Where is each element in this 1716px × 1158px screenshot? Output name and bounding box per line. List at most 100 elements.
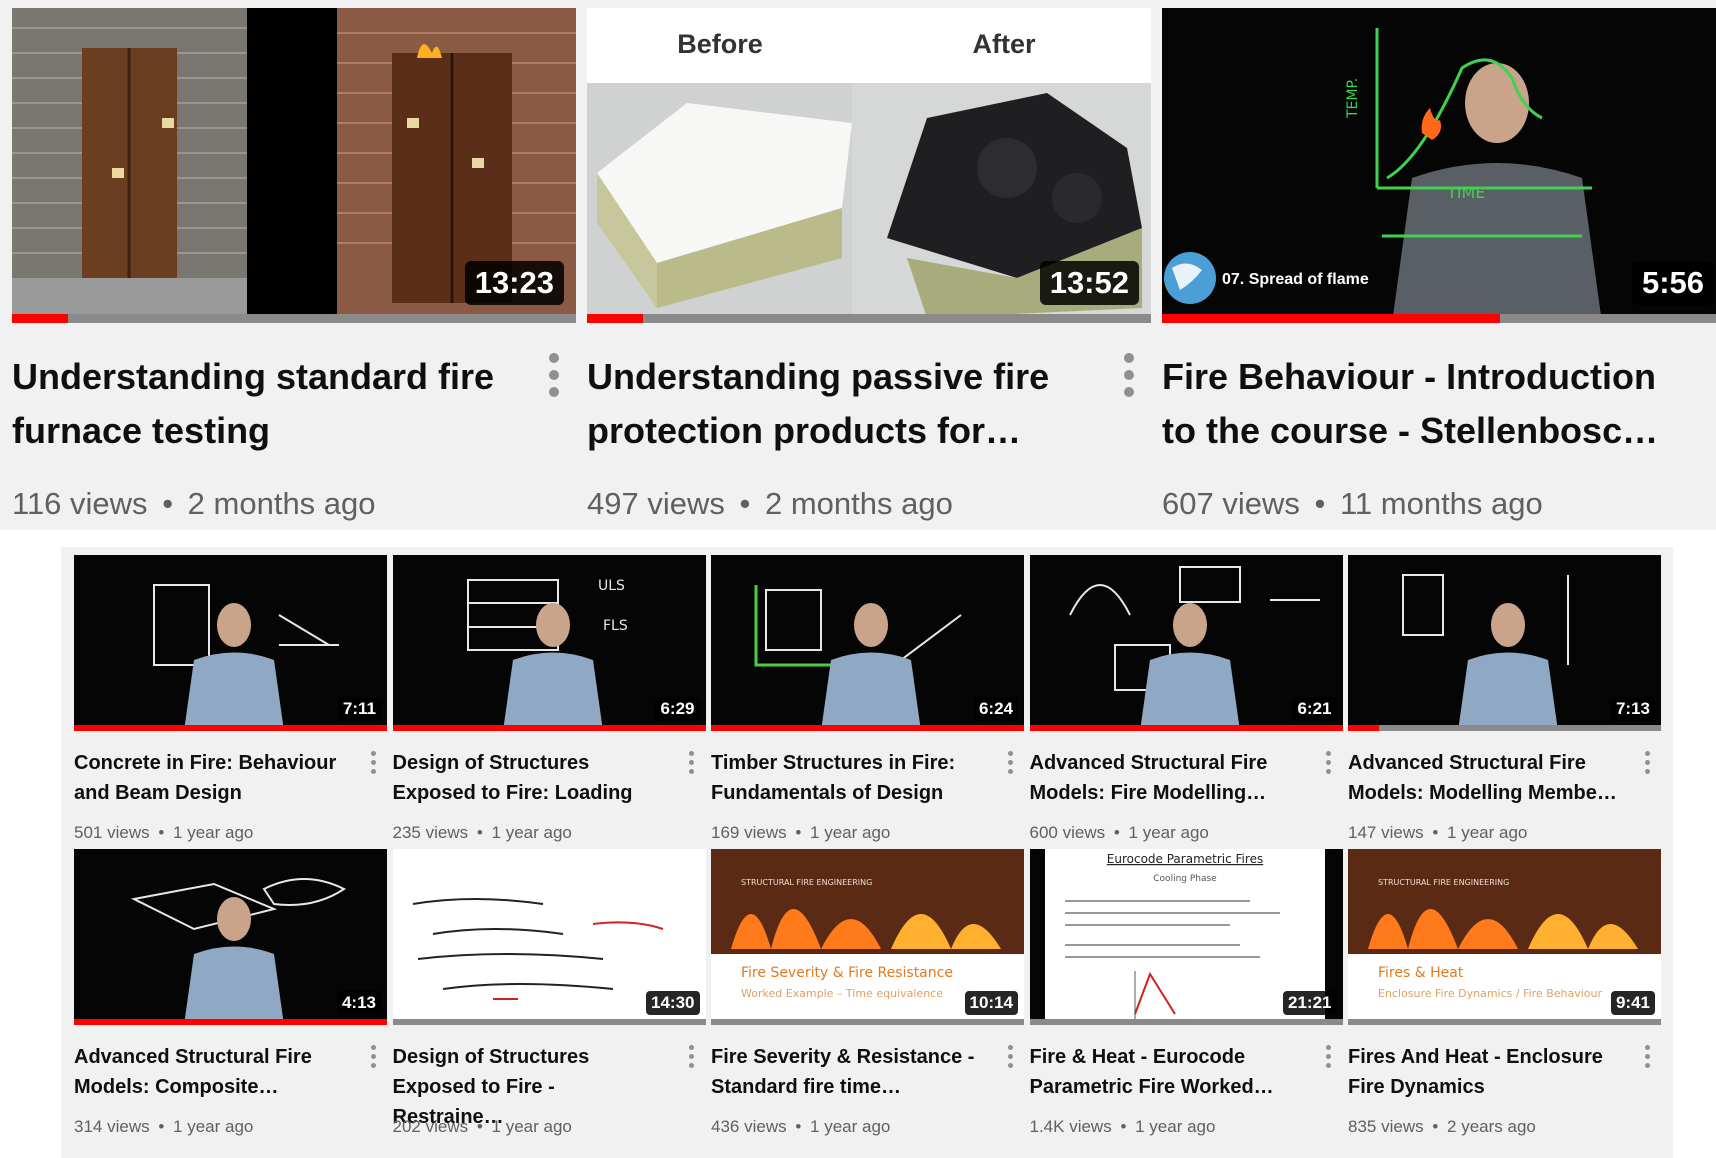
more-actions-icon[interactable]: [368, 1045, 378, 1068]
video-title[interactable]: Fire Behaviour - Introduction to the cou…: [1162, 350, 1662, 458]
video-title[interactable]: Advanced Structural Fire Models: Composi…: [74, 1042, 344, 1102]
duration-badge: 6:24: [973, 697, 1018, 721]
thumb-title: Fire Severity & Fire Resistance: [741, 965, 953, 981]
view-count: 607 views: [1162, 486, 1300, 521]
video-card[interactable]: Fire Severity & Fire Resistance Worked Ex…: [711, 849, 1024, 1136]
more-actions-icon[interactable]: [368, 751, 378, 774]
thumb-subtitle: Enclosure Fire Dynamics / Fire Behaviour: [1378, 987, 1602, 1000]
upload-age: 1 year ago: [173, 1117, 254, 1136]
video-title[interactable]: Advanced Structural Fire Models: Fire Mo…: [1030, 748, 1300, 808]
video-card[interactable]: Eurocode Parametric Fires Cooling Phase 2…: [1029, 849, 1343, 1136]
video-title[interactable]: Understanding standard fire furnace test…: [12, 350, 512, 458]
more-actions-icon[interactable]: [687, 1045, 697, 1068]
video-thumbnail[interactable]: Before After 13:52: [587, 8, 1151, 323]
video-title[interactable]: Design of Structures Exposed to Fire: Lo…: [393, 748, 663, 808]
duration-badge: 10:14: [964, 991, 1018, 1015]
watch-progress-fill: [74, 1019, 387, 1025]
video-thumbnail[interactable]: TEMP. TIME 07. Spread of flame 5:56: [1162, 8, 1716, 323]
video-meta: 235 views • 1 year ago: [393, 823, 572, 843]
view-count: 314 views: [74, 1117, 150, 1136]
meta-separator: •: [795, 1117, 802, 1136]
video-card[interactable]: 7:13 Advanced Structural Fire Models: Mo…: [1348, 555, 1661, 842]
view-count: 497 views: [587, 486, 725, 521]
video-thumbnail[interactable]: Eurocode Parametric Fires Cooling Phase 2…: [1029, 849, 1343, 1025]
video-title[interactable]: Concrete in Fire: Behaviour and Beam Des…: [74, 748, 344, 808]
watch-progress-bar: [711, 725, 1024, 731]
thumb-subtitle: Worked Example – Time equivalence: [741, 987, 943, 1000]
meta-separator: •: [1432, 1117, 1439, 1136]
video-thumbnail[interactable]: ULS FLS 6:29: [392, 555, 706, 731]
more-actions-icon[interactable]: [1324, 1045, 1334, 1068]
video-thumbnail[interactable]: 6:24: [711, 555, 1024, 731]
more-actions-icon[interactable]: [687, 751, 697, 774]
thumb-header: STRUCTURAL FIRE ENGINEERING: [741, 878, 872, 887]
video-card[interactable]: TEMP. TIME 07. Spread of flame 5:56 Fire…: [1162, 8, 1716, 521]
video-card[interactable]: Before After 13:52 Understanding passive…: [587, 8, 1151, 521]
video-card[interactable]: ULS FLS 6:29 Design of Structures Exposed…: [392, 555, 706, 842]
more-actions-icon[interactable]: [1005, 751, 1015, 774]
watch-progress-fill: [12, 314, 69, 323]
video-title[interactable]: Fire & Heat - Eurocode Parametric Fire W…: [1030, 1042, 1300, 1102]
upload-age: 2 months ago: [764, 486, 953, 521]
svg-text:FLS: FLS: [603, 618, 628, 634]
meta-separator: •: [1113, 823, 1120, 842]
thumb-title: Eurocode Parametric Fires: [1106, 852, 1262, 866]
upload-age: 1 year ago: [491, 1117, 572, 1136]
video-thumbnail[interactable]: 6:21: [1029, 555, 1343, 731]
video-thumbnail[interactable]: Fires & Heat Enclosure Fire Dynamics / Fi…: [1348, 849, 1661, 1025]
video-thumbnail[interactable]: 7:11: [74, 555, 387, 731]
video-thumbnail[interactable]: Fire Severity & Fire Resistance Worked Ex…: [711, 849, 1024, 1025]
video-title[interactable]: Advanced Structural Fire Models: Modelli…: [1348, 748, 1618, 808]
meta-separator: •: [1314, 486, 1326, 521]
svg-text:TEMP.: TEMP.: [1345, 78, 1361, 119]
duration-badge: 5:56: [1631, 261, 1714, 305]
more-actions-icon[interactable]: [1642, 751, 1652, 774]
watch-progress-bar: [1029, 1019, 1343, 1025]
upload-age: 2 months ago: [187, 486, 376, 521]
meta-separator: •: [476, 1117, 483, 1136]
meta-separator: •: [795, 823, 802, 842]
video-card[interactable]: 4:13 Advanced Structural Fire Models: Co…: [74, 849, 387, 1136]
upload-age: 1 year ago: [173, 823, 254, 842]
video-meta: 169 views • 1 year ago: [711, 823, 890, 843]
view-count: 501 views: [74, 823, 150, 842]
meta-separator: •: [162, 486, 174, 521]
watch-progress-fill: [74, 725, 387, 731]
watch-progress-fill: [1348, 725, 1380, 731]
video-title[interactable]: Timber Structures in Fire: Fundamentals …: [711, 748, 981, 808]
video-card[interactable]: 13:23 Understanding standard fire furnac…: [12, 8, 576, 521]
video-title[interactable]: Fires And Heat - Enclosure Fire Dynamics: [1348, 1042, 1618, 1102]
video-card[interactable]: 7:11 Concrete in Fire: Behaviour and Bea…: [74, 555, 387, 842]
video-card[interactable]: 14:30 Design of Structures Exposed to Fi…: [392, 849, 706, 1136]
video-thumbnail[interactable]: 4:13: [74, 849, 387, 1025]
more-actions-icon[interactable]: [544, 353, 564, 397]
video-card[interactable]: 6:21 Advanced Structural Fire Models: Fi…: [1029, 555, 1343, 842]
video-thumbnail[interactable]: 13:23: [12, 8, 576, 323]
duration-badge: 13:23: [464, 261, 564, 305]
svg-text:ULS: ULS: [598, 578, 625, 594]
video-meta: 835 views • 2 years ago: [1348, 1117, 1536, 1137]
view-count: 436 views: [711, 1117, 787, 1136]
duration-badge: 14:30: [646, 991, 700, 1015]
meta-separator: •: [158, 1117, 165, 1136]
video-title[interactable]: Fire Severity & Resistance - Standard fi…: [711, 1042, 981, 1102]
more-actions-icon[interactable]: [1005, 1045, 1015, 1068]
duration-badge: 21:21: [1283, 991, 1337, 1015]
duration-badge: 6:21: [1292, 697, 1337, 721]
video-card[interactable]: 6:24 Timber Structures in Fire: Fundamen…: [711, 555, 1024, 842]
duration-badge: 4:13: [336, 991, 381, 1015]
meta-separator: •: [1120, 1117, 1127, 1136]
watch-progress-bar: [1348, 725, 1661, 731]
more-actions-icon[interactable]: [1119, 353, 1139, 397]
video-thumbnail[interactable]: 7:13: [1348, 555, 1661, 731]
more-actions-icon[interactable]: [1324, 751, 1334, 774]
more-actions-icon[interactable]: [1642, 1045, 1652, 1068]
thumb-caption: 07. Spread of flame: [1222, 271, 1369, 288]
video-card[interactable]: Fires & Heat Enclosure Fire Dynamics / Fi…: [1348, 849, 1661, 1136]
svg-text:TIME: TIME: [1446, 183, 1485, 202]
video-thumbnail[interactable]: 14:30: [392, 849, 706, 1025]
featured-videos-row: 13:23 Understanding standard fire furnac…: [0, 0, 1716, 530]
video-meta: 314 views • 1 year ago: [74, 1117, 253, 1137]
watch-progress-bar: [1162, 314, 1716, 323]
video-title[interactable]: Understanding passive fire protection pr…: [587, 350, 1087, 458]
